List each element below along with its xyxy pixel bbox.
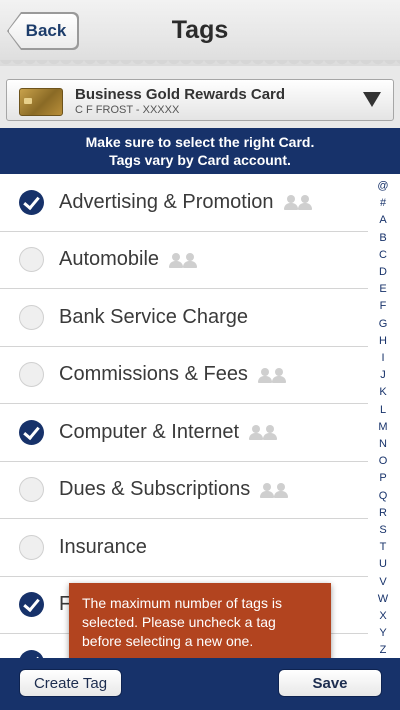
alphabet-letter[interactable]: B <box>379 230 386 247</box>
alphabet-letter[interactable]: H <box>379 333 387 350</box>
alphabet-index[interactable]: @ # A B C D E F G H I J K L M N O P Q R S T U V W X Y Z <box>372 178 394 660</box>
notice-line-1: Make sure to select the right Card. <box>85 134 315 150</box>
alphabet-letter[interactable]: # <box>380 195 386 212</box>
checked-icon[interactable] <box>19 592 44 618</box>
unchecked-icon[interactable] <box>19 477 44 503</box>
tag-label: Computer & Internet <box>59 421 279 444</box>
tag-label-text: Insurance <box>59 535 147 558</box>
card-selector[interactable]: Business Gold Rewards Card C F FROST - X… <box>6 79 394 121</box>
alphabet-letter[interactable]: W <box>378 591 388 608</box>
card-holder: C F FROST - XXXXX <box>75 104 180 116</box>
alphabet-letter[interactable]: U <box>379 556 387 573</box>
tag-label-text: Commissions & Fees <box>59 363 248 386</box>
alphabet-letter[interactable]: T <box>380 539 387 556</box>
tag-label: Dues & Subscriptions <box>59 478 290 501</box>
tag-row[interactable]: Commissions & Fees <box>0 347 368 404</box>
alphabet-letter[interactable]: @ <box>377 178 388 195</box>
tag-label: Commissions & Fees <box>59 363 288 386</box>
alphabet-letter[interactable]: J <box>380 367 386 384</box>
tag-row[interactable]: Insurance <box>0 519 368 577</box>
alphabet-letter[interactable]: X <box>379 608 386 625</box>
alphabet-letter[interactable]: N <box>379 436 387 453</box>
card-notice: Make sure to select the right Card. Tags… <box>0 128 400 174</box>
shared-people-icon <box>257 367 288 383</box>
tag-label: Advertising & Promotion <box>59 191 314 214</box>
unchecked-icon[interactable] <box>19 247 44 273</box>
unchecked-icon[interactable] <box>19 304 44 330</box>
tag-label-text: Advertising & Promotion <box>59 190 274 213</box>
tag-label: Automobile <box>59 248 199 271</box>
notice-line-2: Tags vary by Card account. <box>109 152 291 168</box>
page-title: Tags <box>171 16 229 44</box>
tag-label: Insurance <box>59 536 147 559</box>
navigation-header: Back Tags <box>0 0 400 66</box>
alphabet-letter[interactable]: F <box>380 298 387 315</box>
tag-row[interactable]: Bank Service Charge <box>0 289 368 347</box>
alphabet-letter[interactable]: L <box>380 402 386 419</box>
alphabet-letter[interactable]: O <box>379 453 388 470</box>
create-tag-button[interactable]: Create Tag <box>19 669 122 697</box>
shared-people-icon <box>249 424 279 441</box>
alphabet-letter[interactable]: Q <box>379 488 388 505</box>
tag-row[interactable]: Computer & Internet <box>0 404 368 462</box>
alphabet-letter[interactable]: C <box>379 247 387 264</box>
unchecked-icon[interactable] <box>19 362 44 388</box>
alphabet-letter[interactable]: K <box>379 384 386 401</box>
tag-label-text: Dues & Subscriptions <box>59 478 251 501</box>
tag-row[interactable]: Dues & Subscriptions <box>0 462 368 519</box>
alphabet-letter[interactable]: M <box>378 419 387 436</box>
footer-toolbar: Create Tag Save <box>0 658 400 710</box>
alphabet-letter[interactable]: V <box>379 574 386 591</box>
tag-row[interactable]: Automobile <box>0 232 368 289</box>
dropdown-arrow-icon[interactable] <box>363 92 381 107</box>
shared-people-icon <box>283 194 314 211</box>
card-name: Business Gold Rewards Card <box>75 86 286 103</box>
tag-label-text: Automobile <box>59 248 160 271</box>
alphabet-letter[interactable]: E <box>379 281 386 298</box>
card-selector-area: Business Gold Rewards Card C F FROST - X… <box>0 66 400 128</box>
alphabet-letter[interactable]: R <box>379 505 387 522</box>
alphabet-letter[interactable]: Y <box>379 625 386 642</box>
unchecked-icon[interactable] <box>19 534 44 560</box>
shared-people-icon <box>169 252 199 268</box>
checked-icon[interactable] <box>19 419 44 445</box>
alphabet-letter[interactable]: I <box>381 350 384 367</box>
save-button[interactable]: Save <box>278 669 382 697</box>
shared-people-icon <box>260 482 290 498</box>
tag-label-text: Bank Service Charge <box>59 305 248 328</box>
max-tags-toast: The maximum number of tags is selected. … <box>69 583 331 667</box>
card-image-icon <box>19 88 63 116</box>
alphabet-letter[interactable]: P <box>379 470 386 487</box>
tag-row[interactable]: Advertising & Promotion <box>0 174 368 232</box>
tag-label-text: Computer & Internet <box>59 420 240 443</box>
alphabet-letter[interactable]: S <box>379 522 386 539</box>
alphabet-letter[interactable]: G <box>379 316 388 333</box>
tag-label: Bank Service Charge <box>59 306 248 329</box>
alphabet-letter[interactable]: D <box>379 264 387 281</box>
alphabet-letter[interactable]: A <box>379 212 386 229</box>
checked-icon[interactable] <box>19 189 44 215</box>
